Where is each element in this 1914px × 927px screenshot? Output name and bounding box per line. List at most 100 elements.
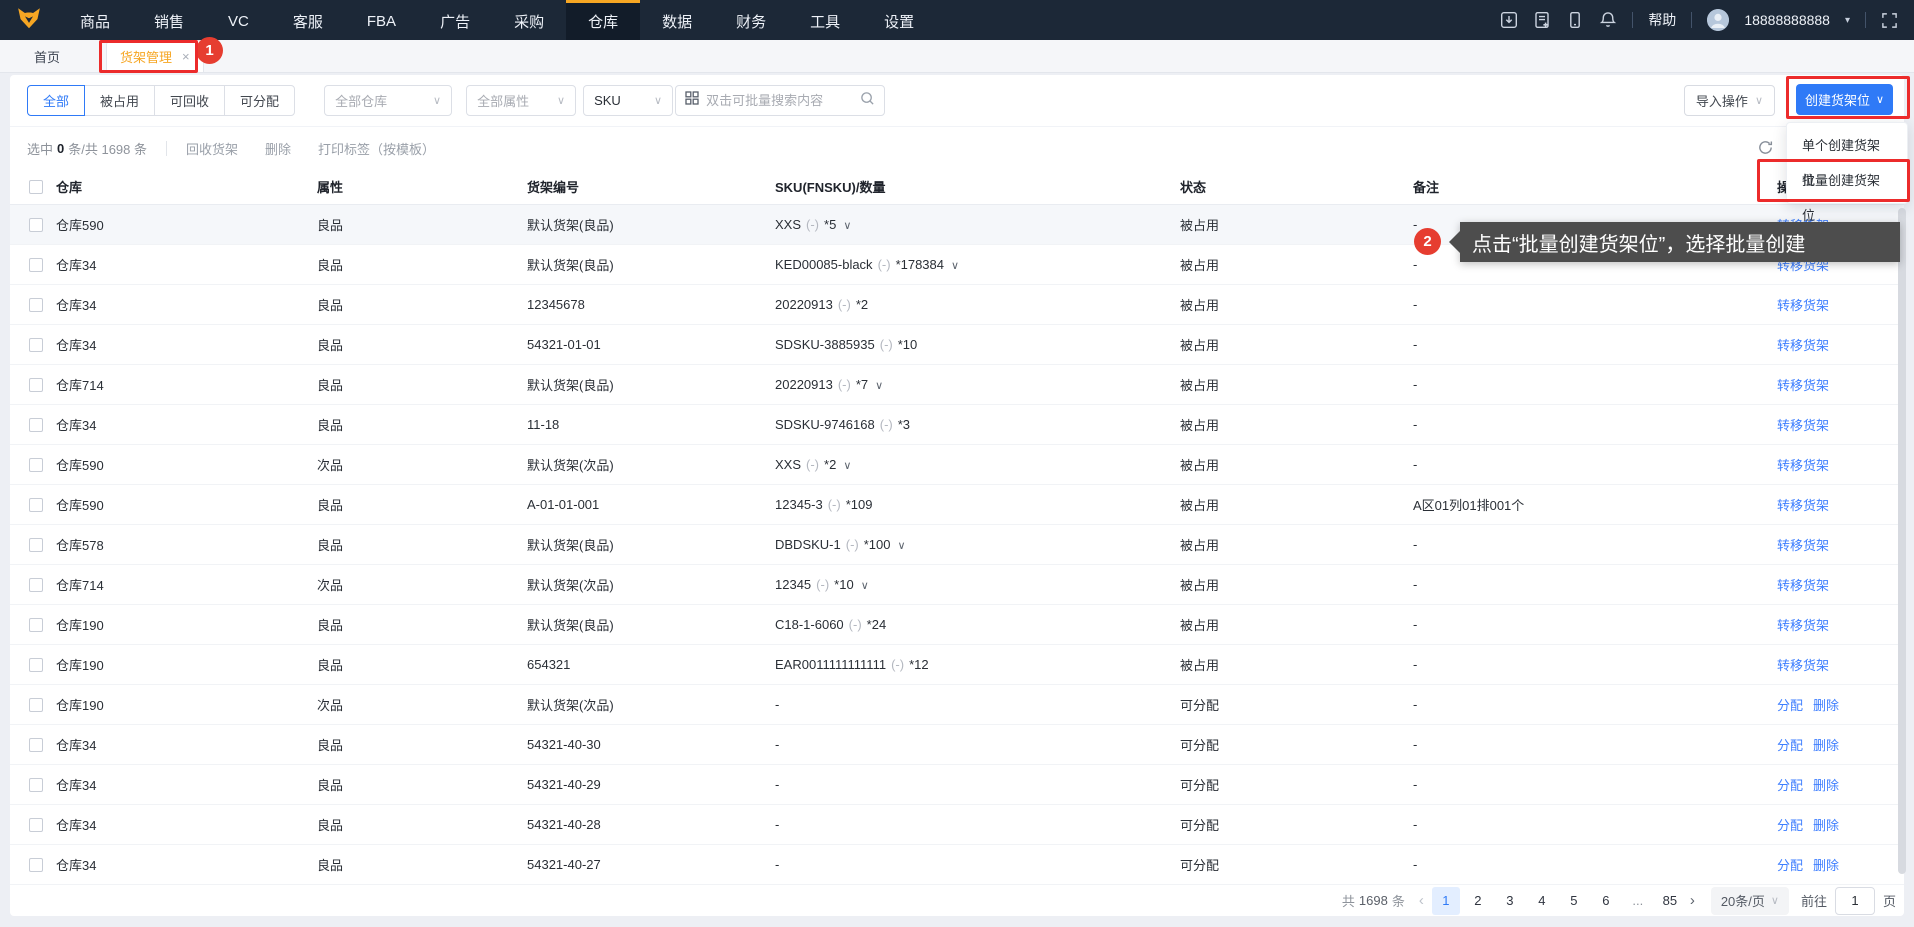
nav-item-11[interactable]: 设置 <box>862 0 936 40</box>
page-6[interactable]: 6 <box>1592 887 1620 915</box>
row-checkbox[interactable] <box>29 498 43 512</box>
row-checkbox[interactable] <box>29 698 43 712</box>
tab-home[interactable]: 首页 <box>34 47 60 66</box>
nav-item-6[interactable]: 采购 <box>492 0 566 40</box>
row-action-1[interactable]: 删除 <box>1813 775 1839 794</box>
nav-item-0[interactable]: 商品 <box>58 0 132 40</box>
help-link[interactable]: 帮助 <box>1648 10 1676 30</box>
next-page-icon[interactable]: › <box>1690 892 1695 909</box>
row-action-0[interactable]: 分配 <box>1777 855 1803 874</box>
user-avatar[interactable] <box>1707 9 1729 31</box>
row-checkbox[interactable] <box>29 578 43 592</box>
row-checkbox[interactable] <box>29 378 43 392</box>
mobile-app-icon[interactable] <box>1566 11 1584 29</box>
row-checkbox[interactable] <box>29 618 43 632</box>
nav-item-8[interactable]: 数据 <box>640 0 714 40</box>
row-checkbox[interactable] <box>29 778 43 792</box>
prev-page-icon[interactable]: ‹ <box>1419 892 1424 909</box>
page-size-select[interactable]: 20条/页 ∨ <box>1711 887 1789 915</box>
search-icon[interactable] <box>860 91 875 111</box>
row-action-0[interactable]: 分配 <box>1777 815 1803 834</box>
download-center-icon[interactable] <box>1500 11 1518 29</box>
page-1[interactable]: 1 <box>1432 887 1460 915</box>
search-type-select[interactable]: SKU ∨ <box>583 85 673 116</box>
nav-item-9[interactable]: 财务 <box>714 0 788 40</box>
notification-bell-icon[interactable] <box>1599 11 1617 29</box>
user-caret-down-icon[interactable]: ▾ <box>1845 15 1850 26</box>
status-filter-0[interactable]: 全部 <box>27 85 85 116</box>
row-action-1[interactable]: 删除 <box>1813 735 1839 754</box>
nav-item-10[interactable]: 工具 <box>788 0 862 40</box>
row-checkbox[interactable] <box>29 258 43 272</box>
status-filter-2[interactable]: 可回收 <box>154 85 225 116</box>
row-checkbox[interactable] <box>29 218 43 232</box>
attribute-select[interactable]: 全部属性 ∨ <box>466 85 576 116</box>
row-action-0[interactable]: 转移货架 <box>1777 615 1829 634</box>
toolbar-action-0[interactable]: 回收货架 <box>186 139 238 158</box>
sku-expand-icon[interactable]: ∨ <box>951 260 959 272</box>
row-action-0[interactable]: 分配 <box>1777 735 1803 754</box>
status-filter-1[interactable]: 被占用 <box>84 85 155 116</box>
feedback-note-icon[interactable] <box>1533 11 1551 29</box>
nav-item-4[interactable]: FBA <box>345 0 418 40</box>
row-action-0[interactable]: 转移货架 <box>1777 575 1829 594</box>
row-action-0[interactable]: 转移货架 <box>1777 655 1829 674</box>
user-phone[interactable]: 18888888888 <box>1744 12 1830 28</box>
row-checkbox[interactable] <box>29 858 43 872</box>
row-checkbox[interactable] <box>29 338 43 352</box>
nav-item-5[interactable]: 广告 <box>418 0 492 40</box>
fullscreen-icon[interactable] <box>1881 12 1898 29</box>
row-checkbox[interactable] <box>29 418 43 432</box>
app-logo[interactable] <box>0 0 58 40</box>
nav-item-7[interactable]: 仓库 <box>566 0 640 40</box>
row-action-0[interactable]: 转移货架 <box>1777 375 1829 394</box>
warehouse-select[interactable]: 全部仓库 ∨ <box>324 85 452 116</box>
sku-expand-icon[interactable]: ∨ <box>843 460 851 472</box>
page-85[interactable]: 85 <box>1656 887 1684 915</box>
row-action-0[interactable]: 转移货架 <box>1777 415 1829 434</box>
row-action-1[interactable]: 删除 <box>1813 815 1839 834</box>
sku-expand-icon[interactable]: ∨ <box>898 540 906 552</box>
nav-item-1[interactable]: 销售 <box>132 0 206 40</box>
nav-item-2[interactable]: VC <box>206 0 271 40</box>
create-menu-item-0[interactable]: 单个创建货架位 <box>1787 128 1907 163</box>
row-checkbox[interactable] <box>29 538 43 552</box>
page-5[interactable]: 5 <box>1560 887 1588 915</box>
toolbar-action-2[interactable]: 打印标签（按模板） <box>318 139 435 158</box>
row-checkbox[interactable] <box>29 818 43 832</box>
select-all-checkbox[interactable] <box>29 180 43 194</box>
page-2[interactable]: 2 <box>1464 887 1492 915</box>
row-action-0[interactable]: 转移货架 <box>1777 495 1829 514</box>
row-action-0[interactable]: 转移货架 <box>1777 335 1829 354</box>
row-checkbox[interactable] <box>29 658 43 672</box>
status-filter-3[interactable]: 可分配 <box>224 85 295 116</box>
row-action-0[interactable]: 分配 <box>1777 775 1803 794</box>
batch-grid-icon[interactable] <box>685 91 699 110</box>
search-input[interactable] <box>706 93 853 108</box>
create-menu-item-1[interactable]: 批量创建货架位 <box>1787 163 1907 198</box>
row-checkbox[interactable] <box>29 458 43 472</box>
row-action-0[interactable]: 分配 <box>1777 695 1803 714</box>
refresh-icon[interactable] <box>1757 139 1774 159</box>
nav-item-3[interactable]: 客服 <box>271 0 345 40</box>
sku-expand-icon[interactable]: ∨ <box>843 220 851 232</box>
row-action-1[interactable]: 删除 <box>1813 855 1839 874</box>
sku-expand-icon[interactable]: ∨ <box>861 580 869 592</box>
row-action-0[interactable]: 转移货架 <box>1777 455 1829 474</box>
table-scrollbar[interactable] <box>1898 208 1906 874</box>
tab-shelf-management[interactable]: 货架管理 × <box>106 40 204 72</box>
row-checkbox[interactable] <box>29 738 43 752</box>
toolbar-action-1[interactable]: 删除 <box>265 139 291 158</box>
create-shelf-button[interactable]: 创建货架位 ∨ <box>1796 84 1893 115</box>
import-actions-button[interactable]: 导入操作 ∨ <box>1684 85 1775 116</box>
pagination-ellipsis[interactable]: ... <box>1624 887 1652 915</box>
page-4[interactable]: 4 <box>1528 887 1556 915</box>
sku-expand-icon[interactable]: ∨ <box>875 380 883 392</box>
row-action-1[interactable]: 删除 <box>1813 695 1839 714</box>
close-icon[interactable]: × <box>182 49 190 64</box>
goto-page-input[interactable] <box>1835 887 1875 915</box>
row-checkbox[interactable] <box>29 298 43 312</box>
row-action-0[interactable]: 转移货架 <box>1777 535 1829 554</box>
row-action-0[interactable]: 转移货架 <box>1777 295 1829 314</box>
page-3[interactable]: 3 <box>1496 887 1524 915</box>
